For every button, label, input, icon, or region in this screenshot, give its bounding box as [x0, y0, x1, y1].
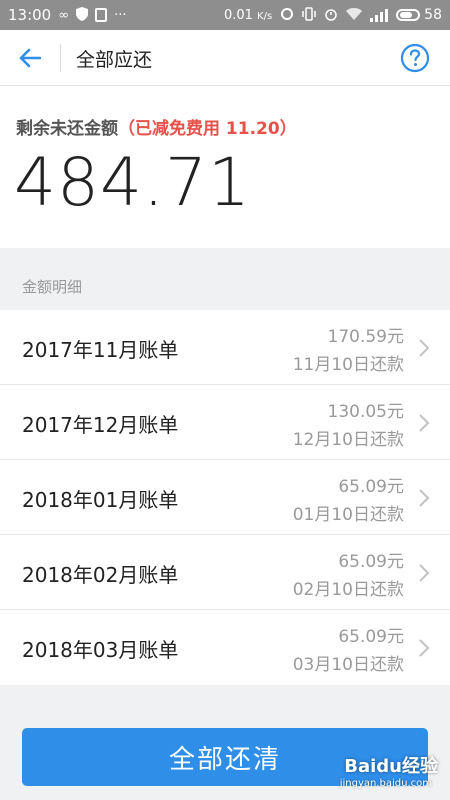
- bill-list: 2017年11月账单 170.59元 11月10日还款 2017年12月账单 1…: [0, 310, 450, 685]
- bill-due-date: 12月10日还款: [292, 430, 404, 450]
- bill-amount: 130.05元: [327, 402, 404, 422]
- question-icon: [400, 43, 430, 73]
- bill-due-date: 03月10日还款: [292, 655, 404, 675]
- watermark: Baidu经验: [344, 756, 438, 777]
- chevron-right-icon: [419, 564, 430, 582]
- bill-row[interactable]: 2017年12月账单 130.05元 12月10日还款: [0, 385, 450, 460]
- header-divider: [60, 44, 61, 72]
- notification-icon: [95, 8, 108, 22]
- status-bar-left: 13:00 ∞ ···: [8, 6, 126, 24]
- chevron-right-icon: [419, 489, 430, 507]
- bill-due-date: 02月10日还款: [292, 580, 404, 600]
- bill-name: 2018年03月账单: [22, 638, 179, 662]
- status-bar-right: 0.01 K/s 58: [223, 6, 442, 24]
- chevron-right-icon: [419, 639, 430, 657]
- bill-amount: 65.09元: [338, 477, 404, 497]
- page-title: 全部应还: [76, 49, 153, 71]
- bill-amount: 65.09元: [338, 552, 404, 572]
- back-button[interactable]: [14, 43, 46, 73]
- bill-due-date: 01月10日还款: [292, 505, 404, 525]
- wifi-icon: [346, 7, 363, 23]
- status-time: 13:00: [8, 6, 52, 24]
- bill-row[interactable]: 2018年02月账单 65.09元 02月10日还款: [0, 535, 450, 610]
- help-button[interactable]: [400, 43, 430, 73]
- signal-icon: [370, 8, 389, 22]
- shield-icon: [76, 6, 89, 24]
- battery-indicator: 58: [396, 7, 442, 23]
- bill-amount: 170.59元: [327, 327, 404, 347]
- bill-name: 2017年11月账单: [22, 338, 179, 362]
- remaining-label: 剩余未还金额（已减免费用 11.20）: [16, 119, 297, 139]
- section-label: 金额明细: [22, 278, 83, 296]
- chevron-right-icon: [419, 414, 430, 432]
- remaining-summary: 剩余未还金额（已减免费用 11.20） 484.71: [0, 86, 450, 248]
- network-speed: 0.01 K/s: [223, 7, 273, 23]
- status-bar: 13:00 ∞ ··· 0.01 K/s 58: [0, 0, 450, 30]
- chevron-right-icon: [419, 339, 430, 357]
- alarm-icon: [324, 7, 338, 24]
- bill-amount: 65.09元: [338, 627, 404, 647]
- bill-row[interactable]: 2017年11月账单 170.59元 11月10日还款: [0, 310, 450, 385]
- back-arrow-icon: [19, 48, 41, 68]
- bill-row[interactable]: 2018年03月账单 65.09元 03月10日还款: [0, 610, 450, 685]
- bill-name: 2018年02月账单: [22, 563, 179, 587]
- remaining-amount: 484.71: [14, 144, 251, 221]
- more-dots-icon: ···: [114, 7, 127, 23]
- watermark-url: jingyan.baidu.com: [339, 778, 432, 789]
- battery-icon: [396, 9, 421, 21]
- bill-due-date: 11月10日还款: [292, 355, 404, 375]
- battery-level: 58: [424, 7, 442, 23]
- bill-name: 2017年12月账单: [22, 413, 179, 437]
- app-header: 全部应还: [0, 30, 450, 86]
- vibrate-icon: [302, 6, 316, 24]
- discount-note: （已减免费用 11.20）: [118, 119, 297, 139]
- bill-row[interactable]: 2018年01月账单 65.09元 01月10日还款: [0, 460, 450, 535]
- sync-icon: [280, 7, 294, 24]
- infinity-icon: ∞: [58, 7, 70, 23]
- bill-name: 2018年01月账单: [22, 488, 179, 512]
